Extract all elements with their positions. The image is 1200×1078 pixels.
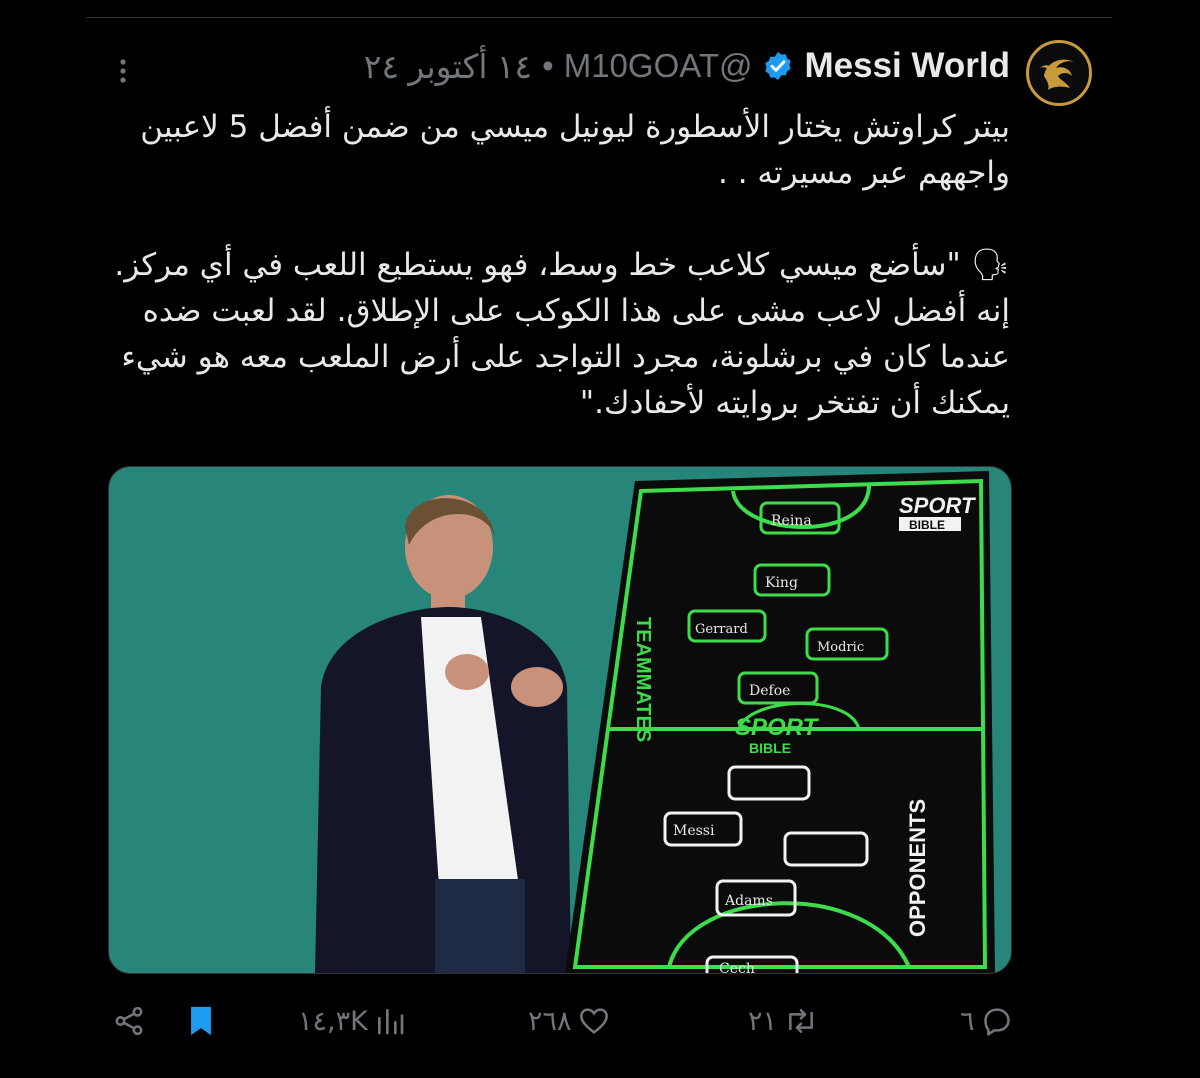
tweet-actions: ١٤,٣K ٢٦٨ ٢١ ٦ xyxy=(100,996,1020,1046)
replies-count: ٦ xyxy=(960,1005,975,1037)
likes-count: ٢٦٨ xyxy=(528,1005,572,1037)
views-button[interactable]: ١٤,٣K xyxy=(298,996,406,1046)
bookmark-button[interactable] xyxy=(186,996,216,1046)
opponent-name: Messi xyxy=(673,823,715,839)
brand-center: SPORT xyxy=(735,714,820,741)
author-avatar[interactable] xyxy=(1026,40,1092,106)
share-icon xyxy=(115,1006,143,1036)
brand-top-right: SPORT xyxy=(899,493,976,518)
views-chart-icon xyxy=(377,1009,404,1035)
teammate-name: Modric xyxy=(817,640,864,655)
verified-badge-icon xyxy=(765,52,792,80)
media-illustration: TEAMMATES OPPONENTS SPORT BIBLE SPORT BI… xyxy=(109,467,1011,973)
top-divider xyxy=(86,17,1112,18)
brand-center-bible: BIBLE xyxy=(749,740,791,756)
reply-icon xyxy=(983,1008,1010,1036)
opponent-name: Cech xyxy=(719,961,755,973)
reply-button[interactable]: ٦ xyxy=(960,996,1013,1046)
share-button[interactable] xyxy=(112,996,146,1046)
retweet-button[interactable]: ٢١ xyxy=(748,996,819,1046)
views-count: ١٤,٣K xyxy=(298,1005,368,1037)
author-handle[interactable]: @M10GOAT xyxy=(564,47,753,85)
separator-dot: • xyxy=(542,47,554,84)
tweet-date[interactable]: ١٤ أكتوبر ٢٤ xyxy=(364,47,533,86)
tweet-text: بيتر كراوتش يختار الأسطورة ليونيل ميسي م… xyxy=(114,109,1010,421)
brand-top-right-bible: BIBLE xyxy=(909,518,945,532)
board-label-teammates: TEAMMATES xyxy=(632,617,654,742)
retweet-icon xyxy=(789,1009,813,1033)
board-label-opponents: OPPONENTS xyxy=(905,799,930,937)
like-button[interactable]: ٢٦٨ xyxy=(528,996,610,1046)
more-dots-icon xyxy=(120,59,126,83)
goat-logo-icon xyxy=(1040,59,1074,90)
heart-icon xyxy=(579,1008,608,1034)
tweet-media-image[interactable]: TEAMMATES OPPONENTS SPORT BIBLE SPORT BI… xyxy=(108,466,1012,974)
author-name[interactable]: Messi World xyxy=(804,46,1010,86)
teammate-name: Reina xyxy=(771,513,812,529)
tweet-header: Messi World @M10GOAT • ١٤ أكتوبر ٢٤ xyxy=(364,46,1010,86)
bookmark-icon xyxy=(191,1006,211,1036)
retweets-count: ٢١ xyxy=(748,1005,778,1037)
teammate-name: King xyxy=(765,575,798,591)
more-options-button[interactable] xyxy=(108,56,138,86)
teammate-name: Gerrard xyxy=(695,622,748,637)
opponent-name: Adams xyxy=(724,893,773,909)
teammate-name: Defoe xyxy=(749,683,790,699)
